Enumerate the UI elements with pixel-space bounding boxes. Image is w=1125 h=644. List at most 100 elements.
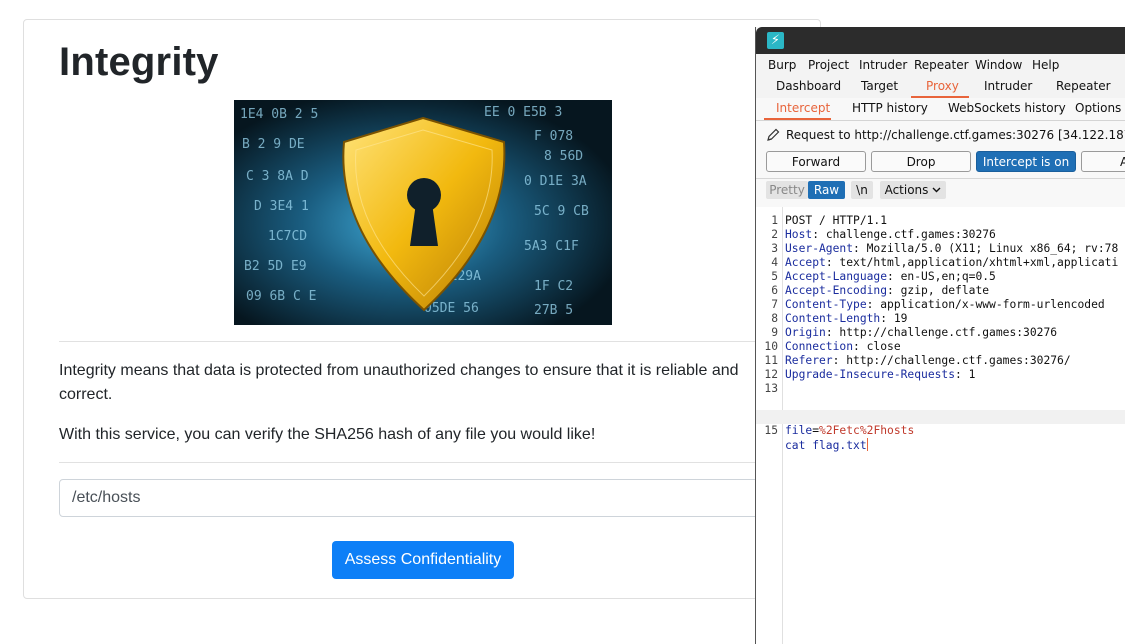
raw-view-button[interactable]: Raw [808, 181, 845, 199]
tab-intercept[interactable]: Intercept [776, 101, 830, 115]
newline-toggle-button[interactable]: \n [851, 181, 873, 199]
line-number: 15 [764, 424, 778, 437]
line-number: 9 [771, 326, 778, 339]
request-line: 6 Accept-Encoding: gzip, deflate [756, 284, 1125, 298]
current-edit-line: 15 cat flag.txt [756, 410, 1125, 452]
request-line-text: POST / HTTP/1.1 [785, 214, 887, 228]
line-number: 11 [764, 354, 778, 367]
line-number: 3 [771, 242, 778, 255]
request-line-text: Accept: text/html,application/xhtml+xml,… [785, 256, 1118, 270]
pencil-icon[interactable] [766, 128, 780, 142]
shield-lock-illustration: 1E4 0B 2 5 EE 0 E5B 3 F 078 B 2 9 DE 8 5… [234, 100, 612, 325]
integrity-description: Integrity means that data is protected f… [59, 362, 739, 403]
header-value: : challenge.ctf.games:30276 [812, 228, 996, 241]
chevron-down-icon [932, 187, 941, 193]
svg-text:1E4 0B 2 5: 1E4 0B 2 5 [240, 107, 318, 122]
request-line: 12 Upgrade-Insecure-Requests: 1 [756, 368, 1125, 382]
request-line-text: Content-Length: 19 [785, 312, 907, 326]
file-path-input[interactable]: /etc/hosts [59, 479, 799, 517]
header-name: Host [785, 228, 813, 241]
actions-dropdown[interactable]: Actions [880, 181, 946, 199]
request-line-text: Origin: http://challenge.ctf.games:30276 [785, 326, 1057, 340]
request-target: Request to http://challenge.ctf.games:30… [766, 128, 1125, 142]
request-line-text: Referer: http://challenge.ctf.games:3027… [785, 354, 1071, 368]
divider [59, 341, 779, 342]
header-name: User-Agent [785, 242, 854, 255]
pretty-view-button[interactable]: Pretty [766, 181, 808, 199]
request-line: 5 Accept-Language: en-US,en;q=0.5 [756, 270, 1125, 284]
line-number: 13 [764, 382, 778, 395]
request-body-line: 14 file=%2Fetc%2Fhosts [756, 396, 1125, 437]
request-target-text: Request to http://challenge.ctf.games:30… [786, 128, 1125, 142]
menu-help[interactable]: Help [1032, 58, 1059, 72]
header-value: : gzip, deflate [887, 284, 990, 297]
burp-titlebar: ⚡ [756, 27, 1125, 54]
request-editor[interactable]: 1 POST / HTTP/1.1 2 Host: challenge.ctf.gam… [756, 207, 1125, 644]
svg-text:5A3 C1F: 5A3 C1F [524, 239, 579, 254]
param-value: %2Fetc%2Fhosts [819, 424, 915, 437]
tab-options[interactable]: Options [1075, 101, 1121, 115]
line-number: 7 [771, 298, 778, 311]
line-number: 2 [771, 228, 778, 241]
drop-button[interactable]: Drop [871, 151, 971, 172]
action-button[interactable]: Ac [1081, 151, 1125, 172]
active-subtab-indicator [764, 118, 831, 120]
header-value: POST / HTTP/1.1 [785, 214, 888, 227]
request-line: 2 Host: challenge.ctf.games:30276 [756, 228, 1125, 242]
divider [756, 178, 1125, 179]
param-equals: = [812, 424, 820, 437]
request-line: 8 Content-Length: 19 [756, 312, 1125, 326]
request-line-text: Upgrade-Insecure-Requests: 1 [785, 368, 975, 382]
menu-repeater[interactable]: Repeater [914, 58, 969, 72]
intercept-toggle-button[interactable]: Intercept is on [976, 151, 1076, 172]
request-line: 13 [756, 382, 1125, 396]
header-name: Accept-Language [785, 270, 888, 283]
request-line-text: User-Agent: Mozilla/5.0 (X11; Linux x86_… [785, 242, 1118, 256]
assess-confidentiality-button[interactable]: Assess Confidentiality [332, 541, 514, 579]
tab-repeater[interactable]: Repeater [1056, 79, 1111, 93]
line-number: 5 [771, 270, 778, 283]
tab-dashboard[interactable]: Dashboard [776, 79, 841, 93]
header-name: Content-Type [785, 298, 867, 311]
svg-text:0 D1E 3A: 0 D1E 3A [524, 174, 587, 189]
hero-image: 1E4 0B 2 5 EE 0 E5B 3 F 078 B 2 9 DE 8 5… [234, 100, 612, 325]
request-line-text: Accept-Language: en-US,en;q=0.5 [785, 270, 996, 284]
menu-intruder[interactable]: Intruder [859, 58, 907, 72]
header-value: : close [853, 340, 901, 353]
tab-intruder[interactable]: Intruder [984, 79, 1032, 93]
request-line-text: Connection: close [785, 340, 901, 354]
menu-project[interactable]: Project [808, 58, 849, 72]
tab-target[interactable]: Target [861, 79, 898, 93]
header-name: Origin [785, 326, 826, 339]
request-line: 1 POST / HTTP/1.1 [756, 214, 1125, 228]
header-value: : http://challenge.ctf.games:30276 [825, 326, 1058, 339]
line-number: 8 [771, 312, 778, 325]
request-line: 4 Accept: text/html,application/xhtml+xml… [756, 256, 1125, 270]
header-value: : en-US,en;q=0.5 [887, 270, 996, 283]
svg-text:5C 9 CB: 5C 9 CB [534, 204, 589, 219]
svg-text:09 6B C E: 09 6B C E [246, 289, 316, 304]
tab-websockets-history[interactable]: WebSockets history [948, 101, 1066, 115]
header-value: : Mozilla/5.0 (X11; Linux x86_64; rv:78 [853, 242, 1119, 255]
forward-button[interactable]: Forward [766, 151, 866, 172]
injected-command: cat flag.txt [785, 438, 868, 453]
request-line: 11 Referer: http://challenge.ctf.games:30… [756, 354, 1125, 368]
header-name: Referer [785, 354, 833, 367]
header-value: : text/html,application/xhtml+xml,applic… [825, 256, 1119, 269]
menu-burp[interactable]: Burp [768, 58, 796, 72]
tab-http-history[interactable]: HTTP history [852, 101, 928, 115]
actions-label: Actions [884, 183, 929, 197]
header-value: : 1 [955, 368, 976, 381]
proxy-sub-tabs: Intercept HTTP history WebSockets histor… [756, 98, 1125, 121]
svg-text:D 3E4 1: D 3E4 1 [254, 199, 309, 214]
tab-proxy[interactable]: Proxy [926, 79, 959, 93]
burp-main-tabs: Dashboard Target Proxy Intruder Repeater [756, 76, 1125, 99]
service-description: With this service, you can verify the SH… [59, 426, 596, 443]
menu-window[interactable]: Window [975, 58, 1022, 72]
line-number: 4 [771, 256, 778, 269]
request-line-text: Content-Type: application/x-www-form-url… [785, 298, 1105, 312]
header-name: Content-Length [785, 312, 881, 325]
command-text: cat flag.txt [785, 439, 867, 452]
line-number: 12 [764, 368, 778, 381]
header-value: : http://challenge.ctf.games:30276/ [832, 354, 1071, 367]
